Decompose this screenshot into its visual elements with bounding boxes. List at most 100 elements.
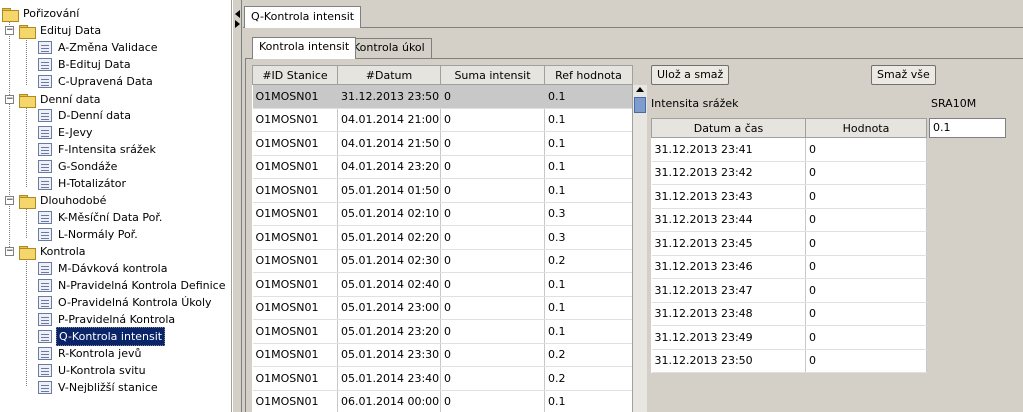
collapse-icon[interactable]: − — [5, 95, 14, 104]
tree-item-b[interactable]: B-Edituj Data — [38, 56, 133, 73]
table-row[interactable]: O1MOSN01 05.01.2014 02:30 0 0.2 — [252, 249, 633, 273]
folder-icon — [2, 7, 19, 22]
collapse-icon[interactable]: − — [5, 247, 14, 256]
tree-item-l[interactable]: L-Normály Poř. — [38, 226, 140, 243]
table-cell: 31.12.2013 23:44 — [651, 208, 806, 232]
delete-all-button[interactable]: Smaž vše — [871, 65, 936, 85]
table-row[interactable]: O1MOSN01 05.01.2014 02:20 0 0.3 — [252, 225, 633, 250]
table-cell: 0 — [440, 296, 545, 320]
table-row[interactable]: O1MOSN01 04.01.2014 23:20 0 0.1 — [252, 155, 633, 179]
table-cell: O1MOSN01 — [252, 249, 338, 273]
table-cell: 0 — [440, 319, 545, 344]
table-row[interactable]: 31.12.2013 23:46 0 — [651, 255, 927, 279]
form-icon — [38, 160, 52, 173]
table-cell: O1MOSN01 — [252, 272, 338, 297]
form-icon — [38, 143, 52, 156]
table-header-row: Datum a čas Hodnota — [651, 118, 927, 138]
tree-item-p[interactable]: P-Pravidelná Kontrola — [38, 311, 177, 328]
column-header[interactable]: Suma intensit — [440, 65, 545, 85]
table-row[interactable]: O1MOSN01 05.01.2014 23:40 0 0.2 — [252, 366, 633, 391]
table-row[interactable]: 31.12.2013 23:50 0 — [651, 349, 927, 373]
tab-kontrola-intensit[interactable]: Kontrola intensit — [252, 37, 357, 59]
table-row[interactable]: 31.12.2013 23:42 0 — [651, 161, 927, 185]
table-row[interactable]: 31.12.2013 23:48 0 — [651, 302, 927, 326]
table-row[interactable]: 31.12.2013 23:49 0 — [651, 325, 927, 350]
tree-group-kontrola[interactable]: Kontrola — [19, 243, 88, 260]
folder-icon — [19, 245, 36, 260]
tree-item-o[interactable]: O-Pravidelná Kontrola Úkoly — [38, 294, 214, 311]
threshold-value-input[interactable]: 0.1 — [929, 118, 1006, 138]
tree-item-v[interactable]: V-Nejbližší stanice — [38, 379, 160, 396]
table-scrollbar[interactable] — [632, 85, 647, 412]
form-icon — [38, 211, 52, 224]
table-row[interactable]: O1MOSN01 05.01.2014 23:00 0 0.1 — [252, 296, 633, 320]
table-row[interactable]: 31.12.2013 23:41 0 — [651, 137, 927, 162]
table-row[interactable]: O1MOSN01 05.01.2014 01:50 0 0.1 — [252, 178, 633, 203]
tree-group-denni-data[interactable]: Denní data — [19, 91, 103, 108]
table-row[interactable]: O1MOSN01 05.01.2014 02:10 0 0.3 — [252, 202, 633, 226]
table-cell: O1MOSN01 — [252, 225, 338, 250]
tab-kontrola-ukol[interactable]: Kontrola úkol — [346, 38, 432, 58]
tree-item-m[interactable]: M-Dávková kontrola — [38, 260, 169, 277]
table-row[interactable]: O1MOSN01 05.01.2014 23:30 0 0.2 — [252, 343, 633, 367]
tree-item-f[interactable]: F-Intensita srážek — [38, 141, 158, 158]
table-cell: 0 — [805, 255, 927, 279]
table-cell: 31.12.2013 23:50 — [337, 84, 441, 109]
table-row[interactable]: 31.12.2013 23:45 0 — [651, 231, 927, 256]
tree-item-k[interactable]: K-Měsíční Data Poř. — [38, 209, 164, 226]
column-header[interactable]: Datum a čas — [651, 118, 806, 138]
scroll-thumb[interactable] — [634, 97, 646, 113]
tree-group-edituj-data[interactable]: Edituj Data — [19, 22, 103, 39]
table-row[interactable]: O1MOSN01 31.12.2013 23:50 0 0.1 — [252, 84, 633, 109]
table-cell: 0 — [805, 325, 927, 350]
column-header[interactable]: #ID Stanice — [252, 65, 338, 85]
scroll-up-icon[interactable] — [636, 87, 644, 92]
table-cell: O1MOSN01 — [252, 155, 338, 179]
tree-item-r[interactable]: R-Kontrola jevů — [38, 345, 143, 362]
tree-root[interactable]: Pořizování — [2, 5, 81, 22]
table-row[interactable]: O1MOSN01 04.01.2014 21:50 0 0.1 — [252, 131, 633, 156]
table-row[interactable]: O1MOSN01 05.01.2014 23:20 0 0.1 — [252, 319, 633, 344]
tree-item-e[interactable]: E-Jevy — [38, 124, 95, 141]
tree-item-n[interactable]: N-Pravidelná Kontrola Definice — [38, 277, 227, 294]
table-cell: 0.1 — [544, 319, 633, 344]
tree-item-u[interactable]: U-Kontrola svitu — [38, 362, 148, 379]
tree-item-g[interactable]: G-Sondáže — [38, 158, 119, 175]
window-tab[interactable]: Q-Kontrola intensit — [244, 6, 362, 28]
panel-splitter[interactable] — [232, 0, 242, 412]
form-icon — [38, 262, 52, 275]
table-cell: O1MOSN01 — [252, 390, 338, 412]
form-icon — [38, 177, 52, 190]
form-icon — [38, 330, 52, 343]
table-cell: 0 — [440, 272, 545, 297]
collapse-icon[interactable]: − — [5, 196, 14, 205]
column-header[interactable]: #Datum — [337, 65, 441, 85]
table-row[interactable]: O1MOSN01 05.01.2014 02:40 0 0.1 — [252, 272, 633, 297]
collapse-left-icon[interactable] — [235, 10, 240, 18]
table-row[interactable]: O1MOSN01 04.01.2014 21:00 0 0.1 — [252, 108, 633, 132]
table-cell: 0.1 — [544, 108, 633, 132]
collapse-icon[interactable]: − — [5, 26, 14, 35]
column-header[interactable]: Ref hodnota — [544, 65, 633, 85]
column-header[interactable]: Hodnota — [805, 118, 927, 138]
table-cell: O1MOSN01 — [252, 202, 338, 226]
table-cell: 0.1 — [544, 155, 633, 179]
table-row[interactable]: O1MOSN01 06.01.2014 00:00 0 0.1 — [252, 390, 633, 412]
tree-item-a[interactable]: A-Změna Validace — [38, 39, 160, 56]
form-icon — [38, 279, 52, 292]
form-icon — [38, 313, 52, 326]
table-row[interactable]: 31.12.2013 23:47 0 — [651, 278, 927, 303]
tree-group-dlouhodobe[interactable]: Dlouhodobé — [19, 192, 108, 209]
table-cell: 0.1 — [544, 84, 633, 109]
table-header-row: #ID Stanice #Datum Suma intensit Ref hod… — [252, 65, 633, 85]
table-row[interactable]: 31.12.2013 23:43 0 — [651, 184, 927, 209]
table-row[interactable]: 31.12.2013 23:44 0 — [651, 208, 927, 232]
table-cell: 0 — [805, 184, 927, 209]
table-cell: 05.01.2014 23:00 — [337, 296, 441, 320]
tree-item-h[interactable]: H-Totalizátor — [38, 175, 128, 192]
save-and-delete-button[interactable]: Ulož a smaž — [651, 65, 730, 85]
tree-item-d[interactable]: D-Denní data — [38, 107, 133, 124]
expand-right-icon[interactable] — [235, 20, 240, 28]
tree-item-c[interactable]: C-Upravená Data — [38, 73, 155, 90]
tree-item-q[interactable]: Q-Kontrola intensit — [38, 327, 166, 346]
